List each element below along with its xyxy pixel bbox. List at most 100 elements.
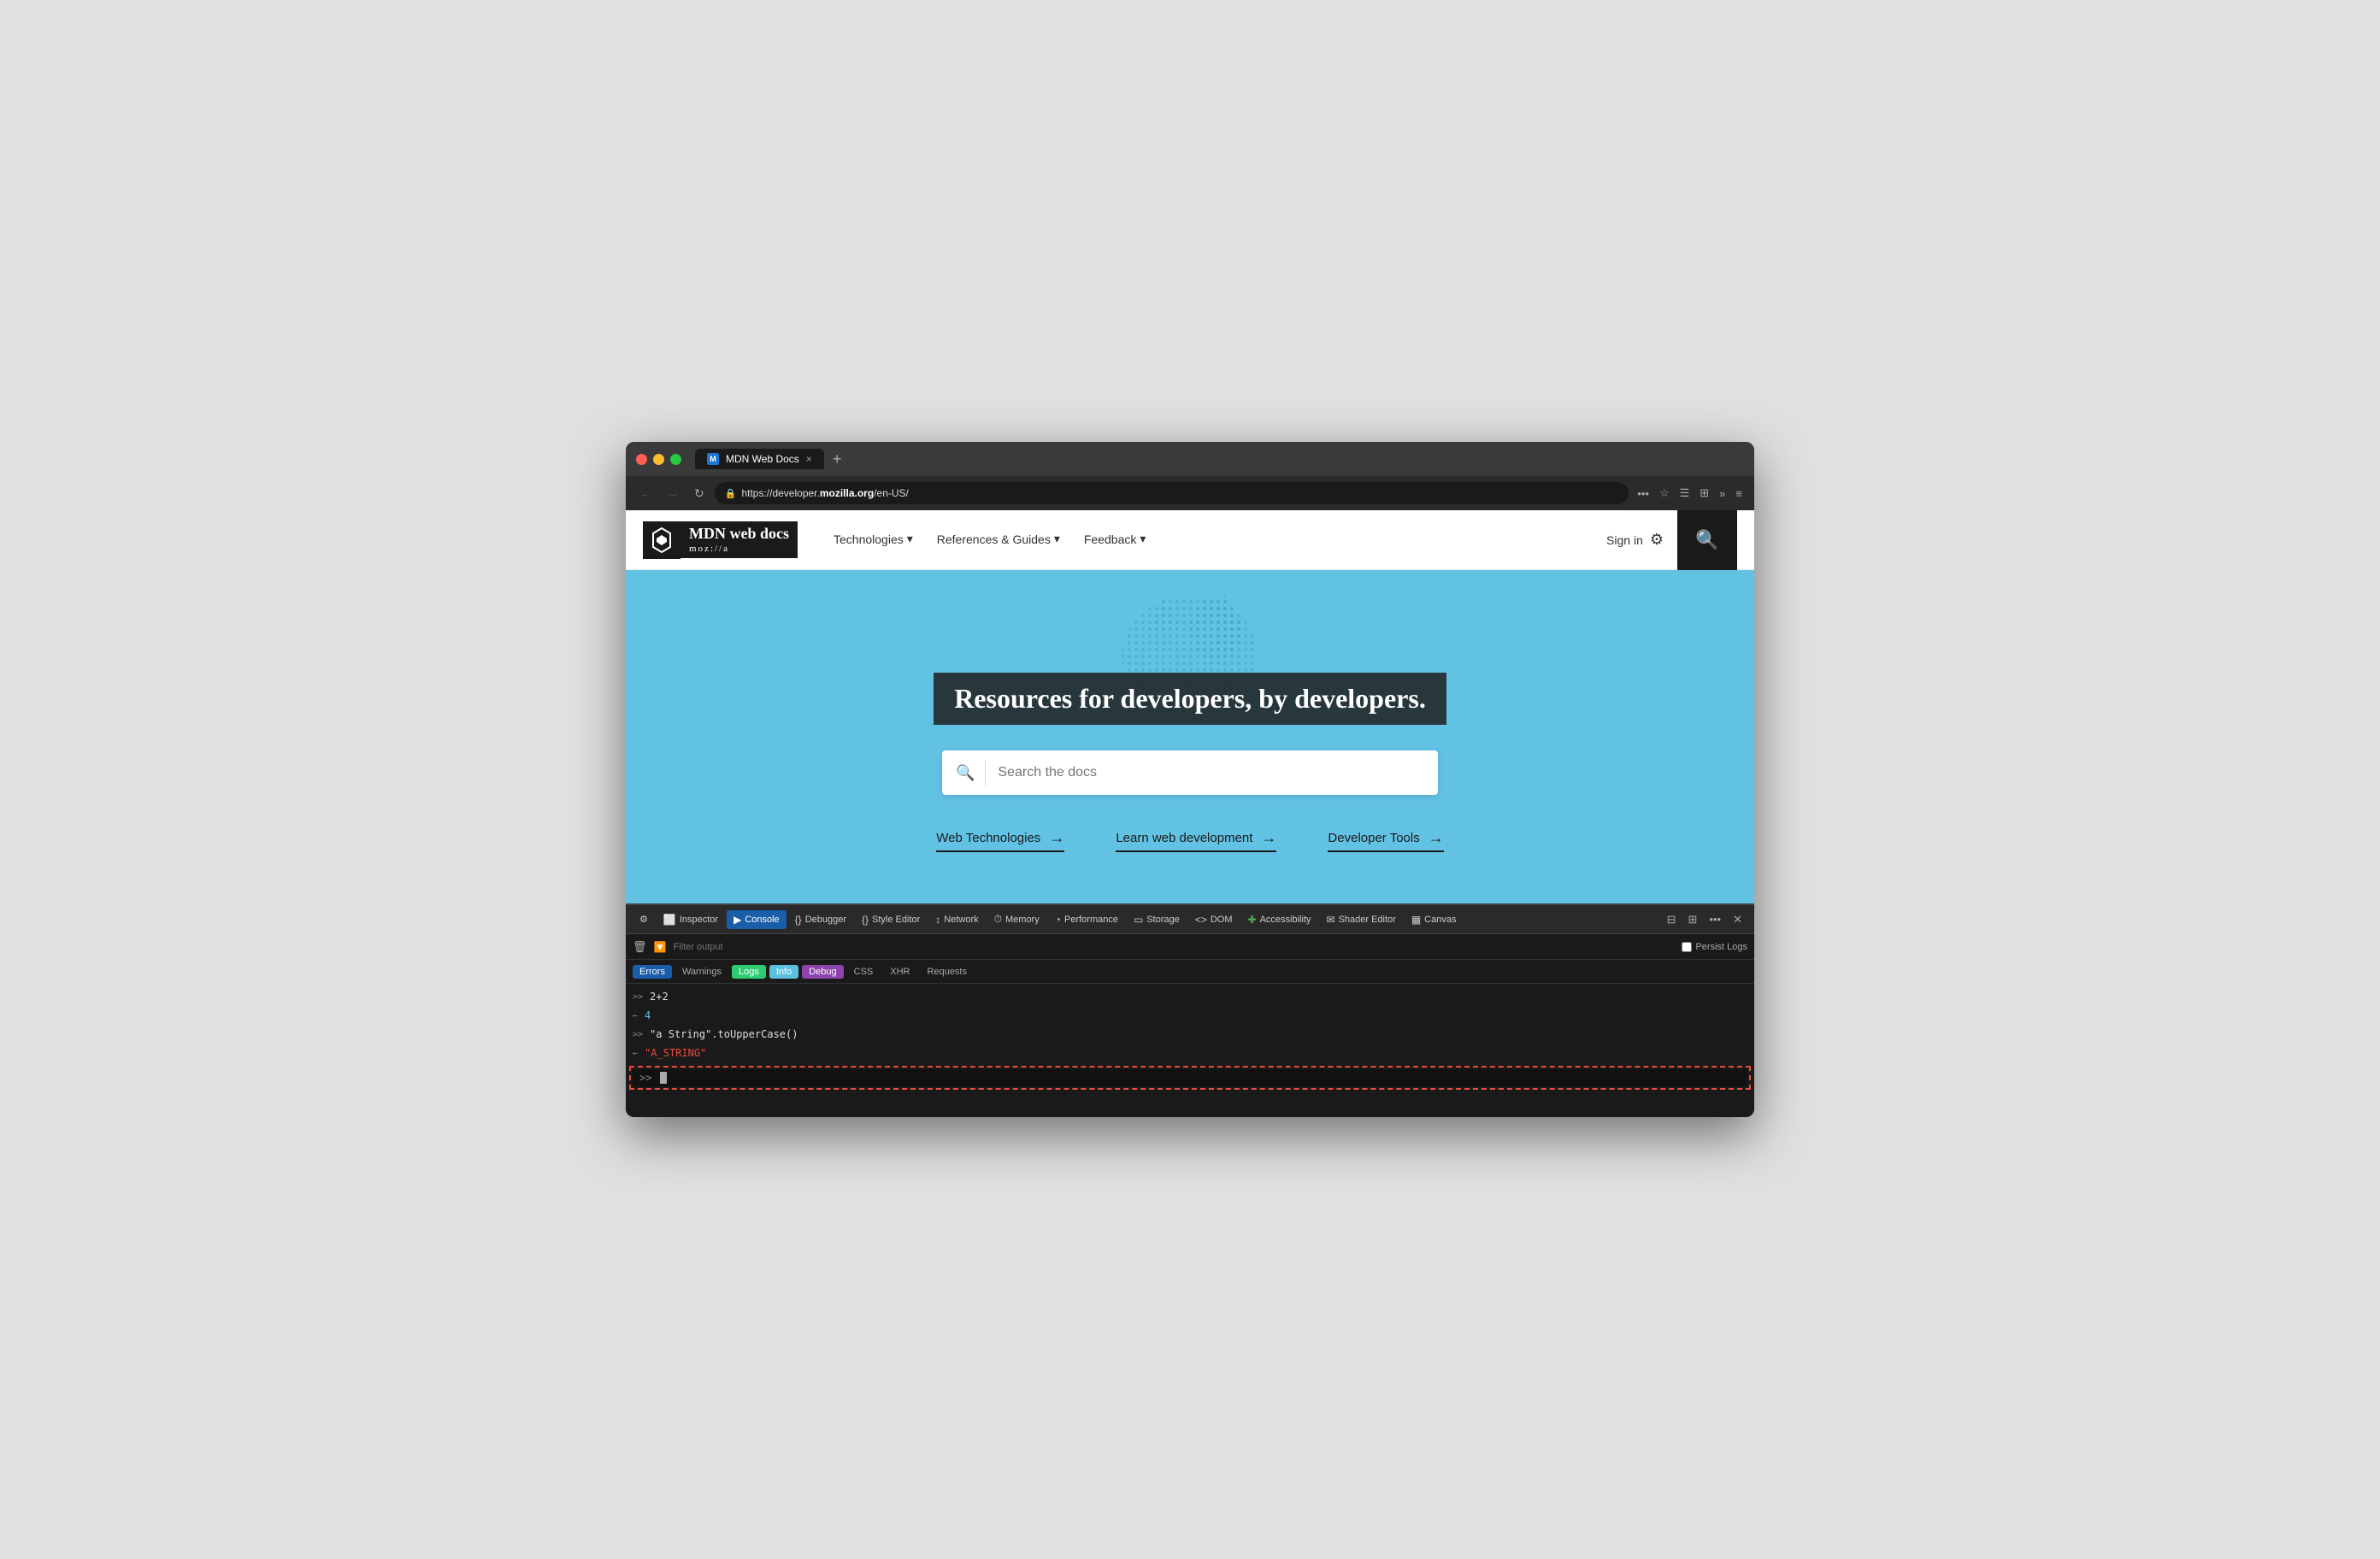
console-input-area[interactable]: >> [629, 1066, 1751, 1090]
devtools-undock-button[interactable]: ⊞ [1683, 911, 1703, 928]
console-prompt-line: >> [633, 1069, 1747, 1086]
mdn-logo-title: MDN web docs [689, 525, 789, 544]
level-errors-button[interactable]: Errors [633, 965, 672, 979]
nav-actions: ••• ☆ ☰ ⊞ » ≡ [1634, 483, 1746, 503]
nav-references[interactable]: References & Guides ▾ [927, 525, 1070, 555]
more-button[interactable]: ••• [1634, 484, 1652, 503]
close-button[interactable] [636, 454, 647, 465]
forward-button[interactable]: → [662, 483, 684, 503]
nav-technologies-arrow: ▾ [907, 532, 913, 546]
devtools-storage-button[interactable]: ▭ Storage [1127, 910, 1187, 929]
tab-close-button[interactable]: × [806, 453, 812, 465]
filter-icon: 🔽 [654, 941, 667, 953]
sign-in-button[interactable]: Sign in ⚙ [1593, 524, 1677, 556]
hero-link-devtools[interactable]: Developer Tools → [1328, 829, 1443, 852]
console-input-1: 2+2 [650, 991, 669, 1003]
maximize-button[interactable] [670, 454, 681, 465]
hero-link-web-tech[interactable]: Web Technologies → [936, 829, 1064, 852]
network-label: Network [944, 915, 978, 925]
devtools-debugger-button[interactable]: {} Debugger [788, 910, 853, 929]
output-arrow-2: ← [633, 1049, 638, 1058]
reader-button[interactable]: ☰ [1676, 483, 1694, 503]
devtools-shader-editor-button[interactable]: ✉ Shader Editor [1320, 910, 1403, 929]
search-input[interactable] [998, 765, 1424, 780]
tab-bar: M MDN Web Docs × + [695, 449, 1744, 469]
bookmark-button[interactable]: ☆ [1656, 483, 1673, 503]
console-line-2: ← 4 [626, 1006, 1754, 1025]
devtools-performance-button[interactable]: ◔ Performance [1048, 910, 1125, 929]
devtools-style-editor-button[interactable]: {} Style Editor [855, 910, 927, 929]
devtools-dock-button[interactable]: ⊟ [1662, 911, 1682, 928]
dom-icon: <> [1195, 914, 1207, 926]
devtools-more-button[interactable]: ••• [1704, 911, 1726, 927]
console-prompt-symbol: >> [639, 1072, 651, 1084]
search-container: 🔍 [942, 750, 1438, 795]
level-logs-button[interactable]: Logs [732, 965, 766, 979]
search-button[interactable]: 🔍 [1677, 510, 1737, 570]
traffic-lights [636, 454, 681, 465]
clear-console-button[interactable]: 🗑 [633, 940, 647, 954]
devtools-settings-button[interactable]: ⚙ [633, 910, 655, 928]
devtools-close-button[interactable]: ✕ [1728, 911, 1747, 928]
console-cursor [660, 1072, 667, 1084]
nav-feedback-arrow: ▾ [1140, 532, 1146, 546]
new-tab-button[interactable]: + [828, 451, 847, 467]
overflow-button[interactable]: » [1716, 484, 1729, 503]
devtools-console-button[interactable]: ▶ Console [727, 910, 786, 929]
console-line-1: >> 2+2 [626, 987, 1754, 1006]
minimize-button[interactable] [653, 454, 664, 465]
menu-button[interactable]: ≡ [1732, 484, 1746, 503]
nav-technologies[interactable]: Technologies ▾ [823, 525, 923, 555]
console-line-4: ← "A_STRING" [626, 1044, 1754, 1062]
console-output: >> 2+2 ← 4 >> "a String".toUpperCase() ←… [626, 984, 1754, 1117]
level-info-button[interactable]: Info [769, 965, 798, 979]
performance-icon: ◔ [1055, 914, 1061, 926]
mdn-nav: Technologies ▾ References & Guides ▾ Fee… [823, 525, 1593, 555]
console-line-3: >> "a String".toUpperCase() [626, 1025, 1754, 1044]
search-icon: 🔍 [956, 764, 975, 782]
storage-icon: ▭ [1134, 914, 1143, 926]
nav-feedback[interactable]: Feedback ▾ [1074, 525, 1157, 555]
style-editor-icon: {} [862, 914, 869, 926]
output-arrow: ← [633, 1011, 638, 1021]
hero-title: Resources for developers, by developers. [934, 673, 1446, 725]
persist-logs-checkbox[interactable] [1682, 942, 1692, 952]
level-warnings-button[interactable]: Warnings [675, 965, 728, 979]
address-bar[interactable]: 🔒 https://developer.mozilla.org/en-US/ [715, 482, 1629, 504]
level-debug-button[interactable]: Debug [802, 965, 843, 979]
performance-label: Performance [1064, 915, 1118, 925]
devtools-memory-button[interactable]: ⏱ Memory [987, 909, 1046, 929]
url-display: https://developer.mozilla.org/en-US/ [741, 487, 1618, 499]
mdn-logo-svg [646, 525, 677, 556]
refresh-button[interactable]: ↻ [689, 483, 710, 504]
devtools-network-button[interactable]: ↕ Network [928, 910, 985, 929]
url-prefix: https://developer. [741, 487, 819, 499]
level-xhr-button[interactable]: XHR [883, 965, 916, 979]
tab-title: MDN Web Docs [726, 453, 799, 465]
search-icon: 🔍 [1695, 529, 1718, 551]
filter-input[interactable] [673, 942, 1675, 952]
devtools-dom-button[interactable]: <> DOM [1188, 910, 1240, 929]
sidebar-button[interactable]: ⊞ [1696, 483, 1712, 503]
security-icon: 🔒 [725, 488, 737, 499]
mdn-logo[interactable]: MDN web docs moz://a [643, 521, 798, 559]
shader-editor-icon: ✉ [1327, 914, 1335, 926]
hero-link-learn[interactable]: Learn web development → [1116, 829, 1276, 852]
devtools-inspector-button[interactable]: ⬜ Inspector [657, 910, 725, 929]
nav-technologies-label: Technologies [834, 532, 904, 546]
level-css-button[interactable]: CSS [847, 965, 881, 979]
active-tab[interactable]: M MDN Web Docs × [695, 449, 824, 469]
devtools-accessibility-button[interactable]: ✚ Accessibility [1241, 910, 1318, 929]
hero-links: Web Technologies → Learn web development… [936, 829, 1443, 852]
browser-window: M MDN Web Docs × + ← → ↻ 🔒 https://devel… [626, 442, 1754, 1117]
canvas-icon: ▦ [1411, 914, 1421, 926]
devtools-canvas-button[interactable]: ▦ Canvas [1405, 910, 1464, 929]
mdn-logo-text: MDN web docs moz://a [680, 521, 798, 558]
debugger-icon: {} [795, 914, 802, 926]
back-button[interactable]: ← [634, 483, 657, 503]
url-path: /en-US/ [874, 487, 909, 499]
memory-icon: ⏱ [994, 913, 1002, 926]
network-icon: ↕ [935, 914, 940, 926]
persist-logs-label: Persist Logs [1695, 942, 1747, 952]
level-requests-button[interactable]: Requests [921, 965, 974, 979]
